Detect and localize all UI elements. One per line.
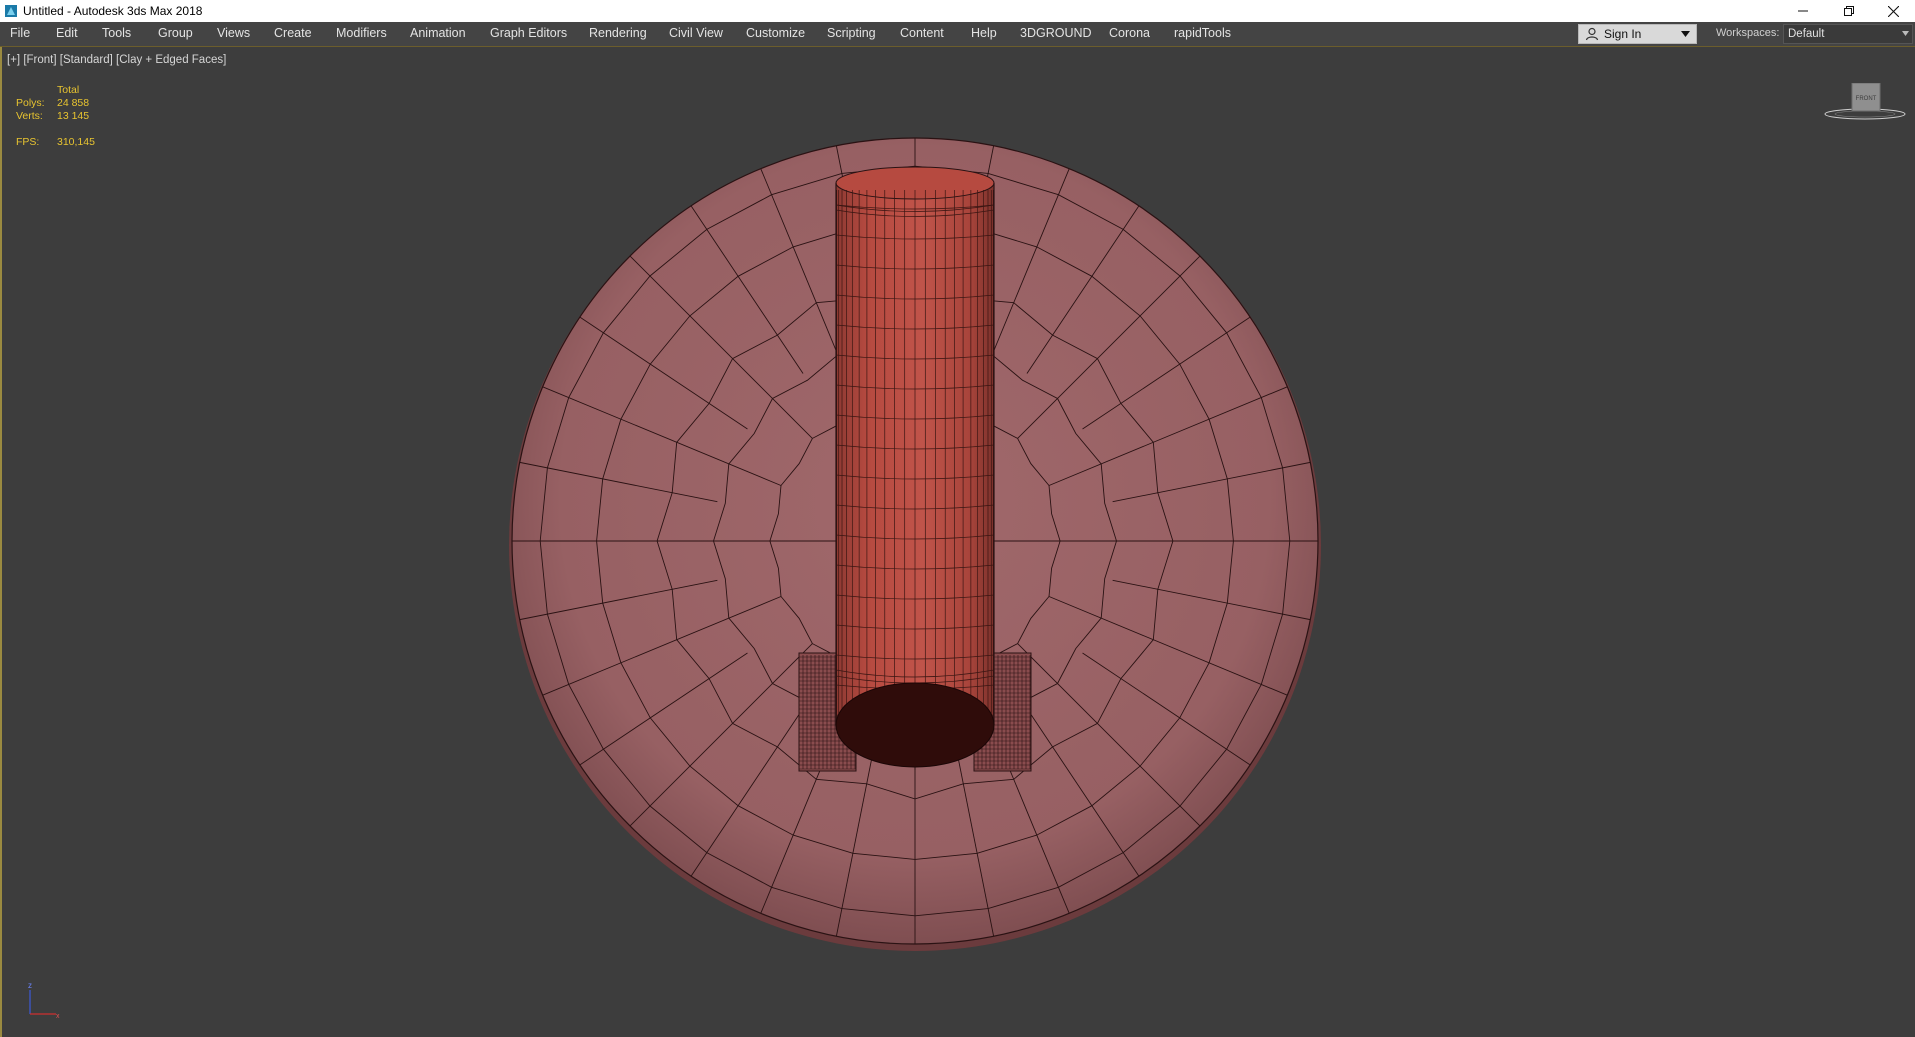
axis-tripod-icon: z x — [28, 981, 60, 1020]
workspaces-label: Workspaces: — [1716, 27, 1780, 39]
menu-scripting[interactable]: Scripting — [827, 26, 876, 40]
polys-label: Polys: — [16, 97, 45, 109]
menu-3dground[interactable]: 3DGROUND — [1020, 26, 1092, 40]
menu-modifiers[interactable]: Modifiers — [336, 26, 387, 40]
minimize-icon — [1798, 10, 1808, 12]
menu-graph-editors[interactable]: Graph Editors — [490, 26, 567, 40]
menu-help[interactable]: Help — [971, 26, 997, 40]
menu-animation[interactable]: Animation — [410, 26, 466, 40]
chevron-down-icon — [1902, 31, 1909, 36]
model-render[interactable] — [2, 47, 1915, 1037]
menu-create[interactable]: Create — [274, 26, 312, 40]
menu-civil-view[interactable]: Civil View — [669, 26, 723, 40]
axis-z-label: z — [28, 981, 32, 990]
viewcube[interactable]: FRONT — [1820, 83, 1910, 123]
menu-group[interactable]: Group — [158, 26, 193, 40]
user-icon — [1585, 27, 1599, 41]
sign-in-button[interactable]: Sign In — [1578, 24, 1697, 44]
menu-customize[interactable]: Customize — [746, 26, 805, 40]
menu-tools[interactable]: Tools — [102, 26, 131, 40]
viewport-plus-menu[interactable]: [+] — [7, 54, 20, 66]
close-button[interactable] — [1870, 0, 1915, 22]
close-icon — [1887, 5, 1899, 17]
stats-header: Total — [57, 84, 80, 96]
viewcube-label: FRONT — [1856, 96, 1877, 102]
axis-x-label: x — [56, 1013, 60, 1020]
verts-label: Verts: — [16, 110, 43, 122]
restore-icon — [1844, 6, 1854, 16]
menu-file[interactable]: File — [10, 26, 30, 40]
viewport-standard-menu[interactable]: [Standard] — [60, 54, 113, 66]
workspace-value: Default — [1788, 28, 1825, 40]
3ds-max-icon — [5, 5, 17, 17]
verts-value: 13 145 — [57, 110, 90, 122]
viewport-shading-menu[interactable]: [Clay + Edged Faces] — [116, 54, 226, 66]
fps-label: FPS: — [16, 136, 40, 148]
polys-value: 24 858 — [57, 97, 90, 109]
app-window: Untitled - Autodesk 3ds Max 2018 File Edi… — [0, 0, 1915, 1037]
workspace-dropdown[interactable]: Default — [1783, 24, 1913, 44]
restore-button[interactable] — [1826, 0, 1872, 22]
fps-value: 310,145 — [57, 136, 95, 148]
menu-edit[interactable]: Edit — [56, 26, 78, 40]
menu-rapidtools[interactable]: rapidTools — [1174, 26, 1231, 40]
front-viewport[interactable]: [+] [Front] [Standard] [Clay + Edged Fac… — [0, 47, 1915, 1037]
title-bar: Untitled - Autodesk 3ds Max 2018 — [0, 0, 1915, 23]
chevron-down-icon — [1681, 31, 1690, 37]
viewport-label: [+] [Front] [Standard] [Clay + Edged Fac… — [7, 54, 226, 66]
menu-bar: File Edit Tools Group Views Create Modifiers An… — [0, 22, 1915, 47]
menu-views[interactable]: Views — [217, 26, 250, 40]
menu-content[interactable]: Content — [900, 26, 944, 40]
viewport-view-menu[interactable]: [Front] — [23, 54, 56, 66]
menu-corona[interactable]: Corona — [1109, 26, 1150, 40]
sign-in-label: Sign In — [1604, 27, 1642, 41]
window-title: Untitled - Autodesk 3ds Max 2018 — [23, 4, 203, 18]
minimize-button[interactable] — [1780, 0, 1826, 22]
cylinder-mesh[interactable] — [835, 166, 995, 768]
menu-rendering[interactable]: Rendering — [589, 26, 647, 40]
